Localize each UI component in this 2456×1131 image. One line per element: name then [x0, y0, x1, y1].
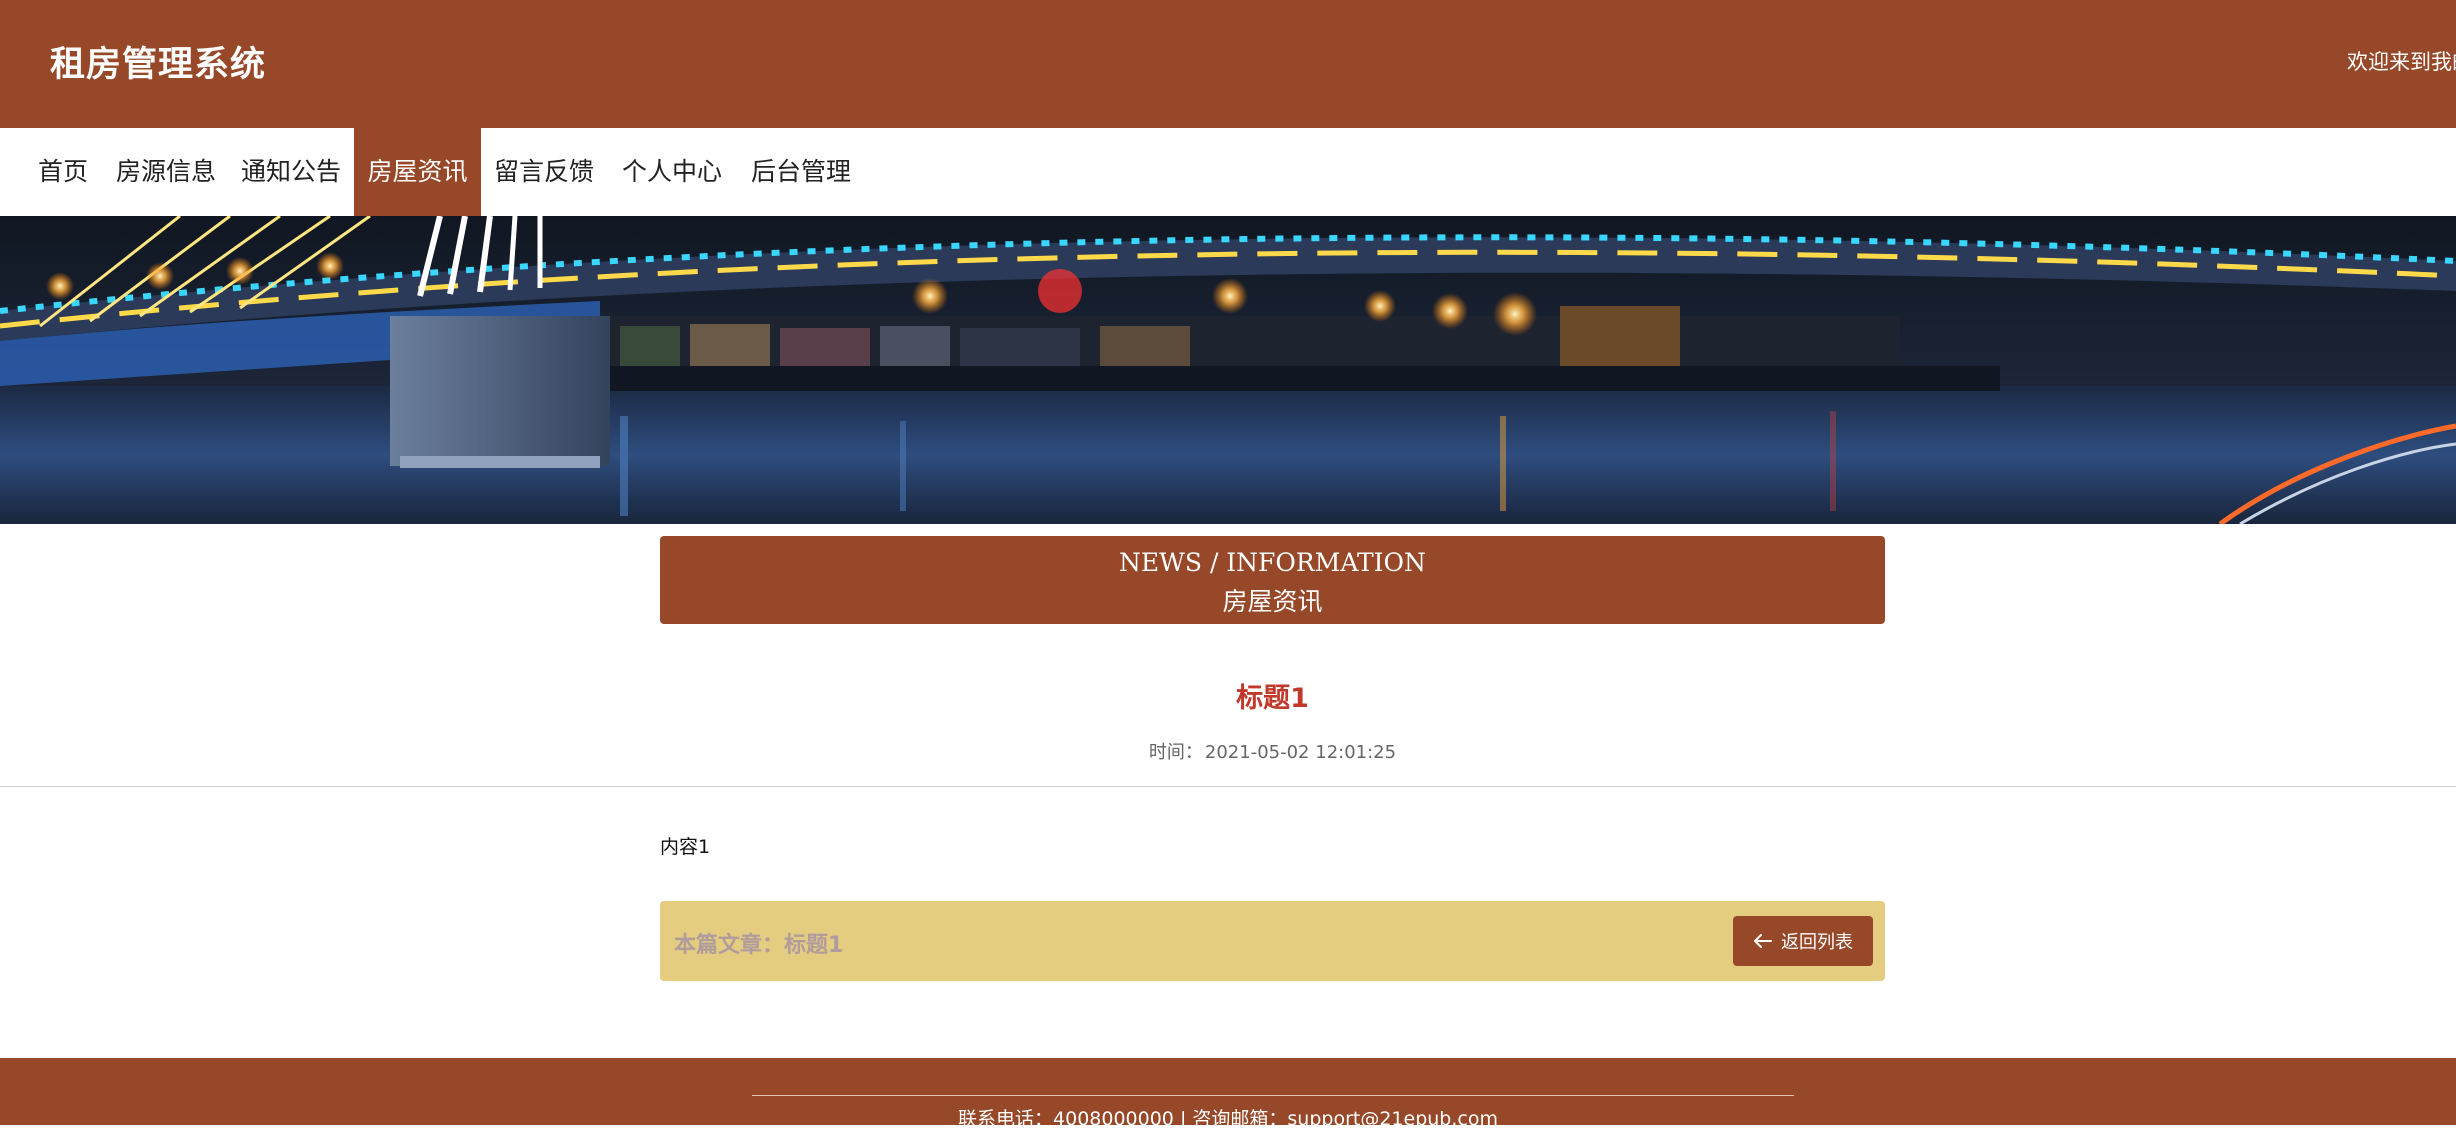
main-nav: 首页 房源信息 通知公告 房屋资讯 留言反馈 个人中心 后台管理: [0, 128, 2456, 216]
time-label: 时间：: [1148, 742, 1203, 763]
article-content: 内容1: [660, 836, 711, 858]
article-time: 时间： 2021-05-02 12:01:25: [660, 738, 1885, 764]
time-value: 2021-05-02 12:01:25: [1204, 742, 1397, 763]
arrow-left-icon: [1753, 933, 1773, 949]
back-to-list-label: 返回列表: [1781, 932, 1853, 953]
site-title: 租房管理系统: [50, 45, 267, 85]
footer-divider: [752, 1095, 1794, 1096]
nav-item-notices[interactable]: 通知公告: [231, 128, 351, 216]
nav-item-feedback[interactable]: 留言反馈: [484, 128, 604, 216]
divider: [0, 786, 2456, 787]
footer-contact: 联系电话：4008000000 | 咨询邮箱：support@21epub.co…: [958, 1108, 1498, 1130]
nav-item-home[interactable]: 首页: [25, 128, 101, 216]
section-title-en: NEWS / INFORMATION: [1119, 548, 1426, 577]
banner-image: [0, 216, 2456, 524]
article-title: 标题1: [1236, 683, 1309, 714]
welcome-text: 欢迎来到我的: [2347, 50, 2456, 74]
nav-item-listings[interactable]: 房源信息: [106, 128, 226, 216]
nav-item-profile[interactable]: 个人中心: [612, 128, 732, 216]
section-title-cn: 房屋资讯: [1222, 587, 1323, 616]
back-to-list-button[interactable]: 返回列表: [1733, 916, 1873, 966]
banner-carousel[interactable]: [0, 216, 2456, 524]
current-article-label: 本篇文章：标题1: [674, 933, 844, 958]
nav-item-admin[interactable]: 后台管理: [741, 128, 861, 216]
article-footer-bar: 本篇文章：标题1 返回列表: [660, 901, 1885, 981]
site-header: 租房管理系统 欢迎来到我的: [0, 0, 2456, 128]
section-header: NEWS / INFORMATION 房屋资讯: [660, 536, 1885, 624]
site-footer: 联系电话：4008000000 | 咨询邮箱：support@21epub.co…: [0, 1058, 2456, 1130]
nav-item-news[interactable]: 房屋资讯: [354, 128, 481, 216]
